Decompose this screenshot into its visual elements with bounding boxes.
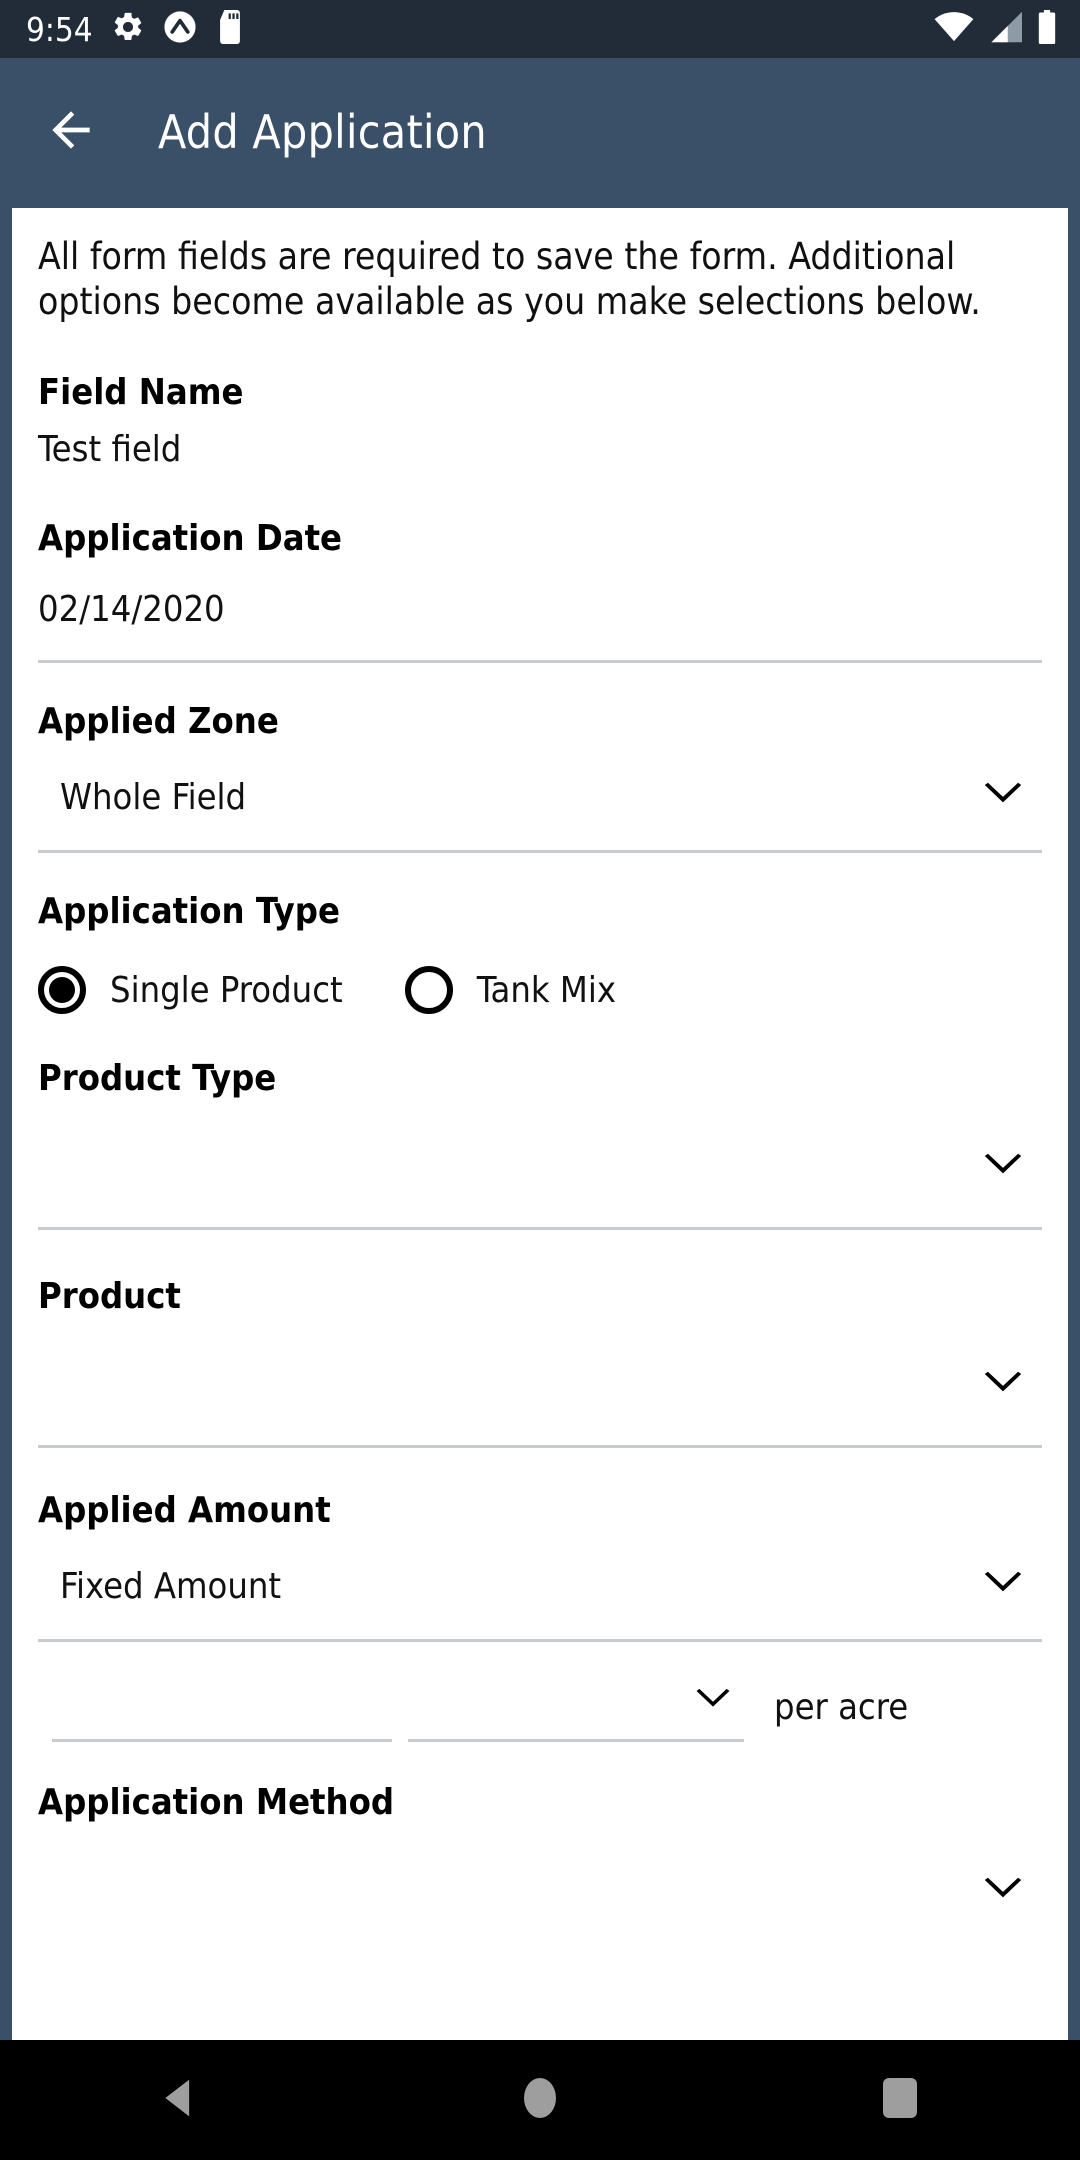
chevron-down-icon [982,1369,1024,1403]
radio-selected-icon [38,966,86,1015]
radio-label-single-product: Single Product [110,969,343,1011]
app-bar: Add Application [0,58,1080,206]
application-type-group: Application Type Single Product Tank Mix [38,891,1042,1015]
nav-recents-button[interactable] [720,2074,1080,2126]
back-arrow-icon [43,102,99,162]
applied-amount-value: Fixed Amount [60,1565,282,1607]
phone-screen: 9:54 Add Application All form fields are… [0,0,1080,2160]
form-intro-text: All form fields are required to save the… [38,235,981,324]
radio-label-tank-mix: Tank Mix [476,969,617,1011]
product-type-select[interactable] [38,1137,1042,1199]
chevron-down-icon [694,1686,732,1718]
nav-back-button[interactable] [0,2076,360,2124]
amount-entry-row: per acre [38,1664,1042,1743]
nav-back-icon [158,2076,202,2124]
back-button[interactable] [34,95,108,169]
wifi-icon [934,10,974,48]
application-type-radio-group: Single Product Tank Mix [38,966,1042,1015]
form-card: All form fields are required to save the… [12,208,1068,2040]
amount-unit-select[interactable] [408,1664,744,1743]
nav-recents-icon [881,2074,919,2126]
product-label: Product [38,1276,181,1318]
nav-home-button[interactable] [360,2074,720,2126]
application-method-group: Application Method [38,1782,1042,1923]
cellular-signal-icon [986,10,1024,48]
application-date-label: Application Date [38,518,343,560]
product-divider [38,1445,1042,1449]
radio-option-tank-mix[interactable]: Tank Mix [404,966,617,1015]
applied-zone-value: Whole Field [60,776,247,818]
battery-icon [1036,10,1058,48]
applied-zone-divider [38,850,1042,854]
applied-amount-group: Applied Amount Fixed Amount per acre [38,1490,1042,1743]
status-clock: 9:54 [26,9,93,49]
chevron-down-icon [982,780,1024,814]
applied-zone-select[interactable]: Whole Field [38,766,1042,828]
status-bar-left: 9:54 [26,10,245,48]
application-date-group: Application Date 02/14/2020 [38,518,1042,664]
gear-icon [111,10,145,48]
applied-amount-divider [38,1639,1042,1643]
applied-amount-select[interactable]: Fixed Amount [38,1555,1042,1617]
application-date-divider [38,660,1042,664]
application-method-select[interactable] [38,1861,1042,1923]
field-name-group: Field Name Test field [38,372,1042,470]
field-name-label: Field Name [38,372,244,414]
application-method-label: Application Method [38,1782,395,1824]
chevron-down-icon [982,1569,1024,1603]
product-type-divider [38,1227,1042,1231]
android-nav-bar [0,2040,1080,2160]
applied-zone-group: Applied Zone Whole Field [38,701,1042,854]
sd-card-icon [215,10,245,48]
amount-input[interactable] [52,1664,392,1743]
application-type-label: Application Type [38,891,340,933]
applied-amount-label: Applied Amount [38,1490,331,1532]
product-select[interactable] [38,1355,1042,1417]
product-type-label: Product Type [38,1058,277,1100]
page-title: Add Application [158,105,487,159]
caret-circle-icon [163,10,197,48]
status-bar-right [934,10,1058,48]
nav-home-icon [520,2074,560,2126]
application-date-value[interactable]: 02/14/2020 [38,589,1042,630]
product-group: Product [38,1276,1042,1449]
radio-option-single-product[interactable]: Single Product [38,966,343,1015]
applied-zone-label: Applied Zone [38,701,279,743]
chevron-down-icon [982,1151,1024,1185]
field-name-value: Test field [38,429,182,471]
product-type-group: Product Type [38,1058,1042,1231]
amount-per-unit-label: per acre [774,1687,909,1729]
status-bar: 9:54 [0,0,1080,58]
chevron-down-icon [982,1875,1024,1909]
radio-unselected-icon [404,966,453,1015]
